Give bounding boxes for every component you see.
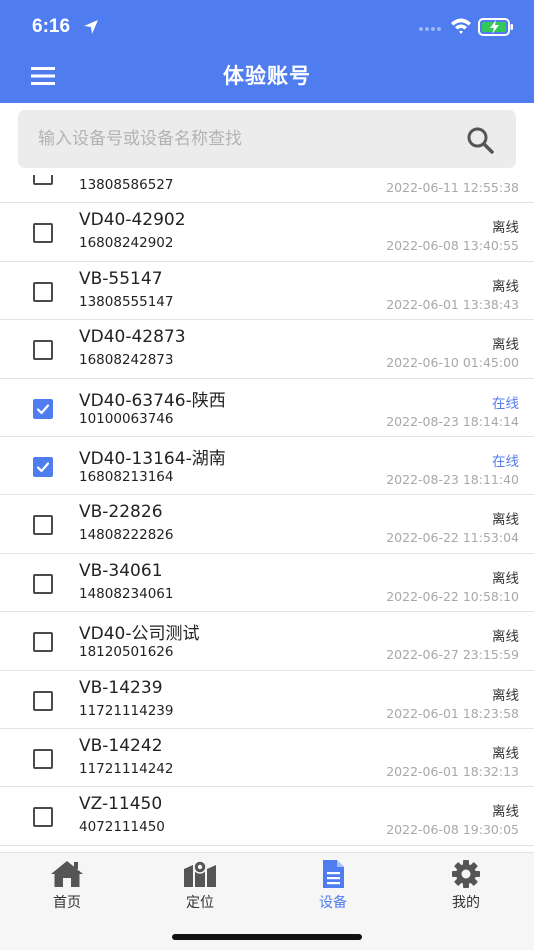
device-row[interactable]: VB-14242 11721114242 离线 2022-06-01 18:32:13 — [0, 729, 534, 788]
device-last-time: 2022-06-22 10:58:10 — [386, 588, 519, 604]
tab-mine[interactable]: 我的 — [426, 859, 506, 917]
device-name: VB-22826 — [79, 502, 163, 523]
device-number: 14808234061 — [79, 585, 174, 602]
device-name: VD40-42873 — [79, 327, 186, 348]
device-status: 离线 — [492, 570, 519, 587]
device-number: 10100063746 — [79, 410, 174, 427]
tab-mine-label: 我的 — [452, 895, 480, 911]
wifi-icon — [451, 18, 471, 34]
tab-devices[interactable]: 设备 — [293, 859, 373, 917]
device-row[interactable]: VD40-42902 16808242902 离线 2022-06-08 13:40:… — [0, 203, 534, 262]
home-icon — [51, 861, 83, 887]
device-name: VB-55147 — [79, 268, 163, 289]
device-checkbox[interactable] — [33, 690, 53, 711]
search-input[interactable] — [38, 110, 458, 168]
tab-home[interactable]: 首页 — [27, 859, 107, 917]
device-checkbox[interactable] — [33, 340, 53, 361]
tab-location-label: 定位 — [186, 895, 214, 911]
document-icon — [323, 860, 344, 888]
device-last-time: 2022-08-23 18:11:40 — [386, 471, 519, 487]
device-number: 18120501626 — [79, 644, 174, 661]
device-last-time: 2022-08-23 18:14:14 — [386, 413, 519, 429]
device-last-time: 2022-06-01 18:23:58 — [386, 705, 519, 721]
device-number: 16808242873 — [79, 352, 174, 369]
device-row[interactable]: 13808586527 2022-06-11 12:55:38 — [0, 175, 534, 204]
device-row[interactable]: VB-55147 13808555147 离线 2022-06-01 13:38:43 — [0, 262, 534, 321]
device-checkbox[interactable] — [33, 456, 53, 477]
device-status: 在线 — [492, 395, 519, 412]
device-checkbox[interactable] — [33, 748, 53, 769]
device-list[interactable]: 13808586527 2022-06-11 12:55:38 VD40-42902… — [0, 175, 534, 852]
device-row[interactable]: VB-14239 11721114239 离线 2022-06-01 18:23:58 — [0, 671, 534, 729]
device-number: 11721114239 — [79, 702, 174, 719]
device-name: VD40-42902 — [79, 210, 186, 231]
device-number: 14808222826 — [79, 527, 174, 544]
device-row[interactable]: VD40-公司测试 18120501626 离线 2022-06-27 23:15:5… — [0, 612, 534, 671]
device-status: 离线 — [492, 687, 519, 704]
device-status: 离线 — [492, 629, 519, 646]
checkmark-icon — [36, 462, 50, 473]
device-row[interactable]: VB-34061 14808234061 离线 2022-06-22 10:58:10 — [0, 554, 534, 613]
device-number: 11721114242 — [79, 760, 174, 777]
search-bar — [0, 103, 534, 175]
device-checkbox[interactable] — [33, 398, 53, 419]
device-name: VD40-63746-陕西 — [79, 390, 226, 411]
device-number: 13808586527 — [79, 177, 174, 193]
device-row[interactable]: VZ-11450 4072111450 离线 2022-06-08 19:30:05 — [0, 787, 534, 846]
device-checkbox[interactable] — [33, 175, 53, 185]
status-time: 6:16 — [32, 16, 71, 37]
device-name: VZ-11450 — [79, 794, 163, 815]
device-name: VB-34061 — [79, 560, 163, 581]
device-status: 离线 — [492, 220, 519, 237]
battery-charging-icon — [478, 18, 513, 36]
device-status: 在线 — [492, 453, 519, 470]
device-status: 离线 — [492, 512, 519, 529]
device-checkbox[interactable] — [33, 807, 53, 828]
device-checkbox[interactable] — [33, 281, 53, 302]
device-last-time: 2022-06-11 12:55:38 — [386, 180, 519, 195]
device-checkbox[interactable] — [33, 515, 53, 536]
device-row[interactable]: VB-22826 14808222826 离线 2022-06-22 11:53:04 — [0, 495, 534, 554]
home-indicator — [172, 934, 362, 940]
page-title: 体验账号 — [223, 64, 311, 88]
device-number: 4072111450 — [79, 819, 165, 836]
device-row[interactable]: VD40-42873 16808242873 离线 2022-06-10 01:45:… — [0, 320, 534, 379]
device-row[interactable]: VD40-63746-陕西 10100063746 在线 2022-08-23 18:… — [0, 379, 534, 437]
device-name: VD40-公司测试 — [79, 624, 200, 645]
checkmark-icon — [36, 403, 50, 414]
search-box — [18, 110, 516, 168]
tab-home-label: 首页 — [53, 895, 81, 911]
search-icon[interactable] — [466, 126, 494, 154]
device-status: 离线 — [492, 278, 519, 295]
device-number: 13808555147 — [79, 293, 174, 310]
signal-dots-icon — [419, 27, 441, 31]
location-arrow-icon — [84, 20, 98, 34]
tab-devices-label: 设备 — [319, 895, 347, 911]
device-checkbox[interactable] — [33, 223, 53, 244]
map-icon — [184, 860, 216, 887]
device-last-time: 2022-06-10 01:45:00 — [386, 355, 519, 371]
device-number: 16808213164 — [79, 468, 174, 485]
device-checkbox[interactable] — [33, 573, 53, 594]
device-status: 离线 — [492, 804, 519, 821]
device-name: VD40-13164-湖南 — [79, 448, 226, 469]
device-last-time: 2022-06-22 11:53:04 — [386, 530, 519, 546]
device-number: 16808242902 — [79, 235, 174, 252]
tab-location[interactable]: 定位 — [160, 859, 240, 917]
device-name: VB-14239 — [79, 677, 163, 698]
device-list-content: 13808586527 2022-06-11 12:55:38 VD40-42902… — [0, 175, 534, 846]
device-last-time: 2022-06-01 18:32:13 — [386, 763, 519, 779]
device-name: VB-14242 — [79, 735, 163, 756]
device-last-time: 2022-06-08 13:40:55 — [386, 238, 519, 254]
device-status: 离线 — [492, 745, 519, 762]
gear-icon — [452, 860, 480, 888]
app-header: 6:16 体验账号 — [0, 0, 534, 103]
device-last-time: 2022-06-27 23:15:59 — [386, 647, 519, 663]
device-last-time: 2022-06-01 13:38:43 — [386, 296, 519, 312]
device-status: 离线 — [492, 337, 519, 354]
device-row[interactable]: VD40-13164-湖南 16808213164 在线 2022-08-23 18:… — [0, 437, 534, 496]
device-last-time: 2022-06-08 19:30:05 — [386, 822, 519, 838]
device-checkbox[interactable] — [33, 632, 53, 653]
